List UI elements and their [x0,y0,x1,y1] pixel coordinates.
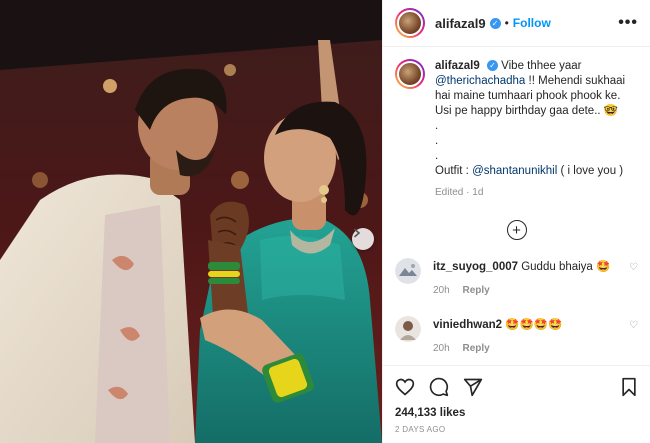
verified-badge-icon: ✓ [486,60,498,72]
post-header: alifazal9 ✓ • Follow ••• [383,0,650,47]
mention-link[interactable]: @shantanunikhil [472,165,557,177]
mention-link[interactable]: @therichachadha [435,75,525,87]
comment-body: itz_suyog_0007 Guddu bhaiya 🤩 20h Reply [433,260,610,298]
post-caption: alifazal9 ✓ Vibe thhee yaar @therichacha… [383,47,650,200]
comment-time[interactable]: 20h [433,285,450,296]
plus-circle-icon[interactable]: + [506,220,527,240]
action-bar [395,376,638,398]
edited-separator: · [466,187,470,198]
comment-text: Guddu bhaiya 🤩 [521,261,611,273]
more-options-icon[interactable]: ••• [618,14,638,32]
comment-like-heart-icon[interactable]: ♡ [629,320,638,356]
post-timestamp[interactable]: 2 DAYS AGO [395,425,638,434]
caption-avatar[interactable] [395,59,425,89]
comment-body: viniedhwan2 🤩🤩🤩🤩 20h Reply [433,318,563,356]
heart-icon[interactable] [395,377,415,397]
comment-text: 🤩🤩🤩🤩 [505,319,563,331]
caption-meta: Edited · 1d [435,185,638,200]
photo-illustration [0,0,382,443]
comment-username[interactable]: itz_suyog_0007 [433,261,518,273]
follow-button[interactable]: Follow [513,16,551,30]
likes-count[interactable]: 244,133 likes [395,407,638,419]
caption-text-1: Vibe thhee yaar [501,60,582,72]
load-more-comments: + [383,220,650,240]
comment-icon[interactable] [429,377,449,397]
caption-username[interactable]: alifazal9 [435,60,480,72]
edited-label: Edited [435,187,464,198]
comment-like-heart-icon[interactable]: ♡ [629,262,638,298]
commenter-avatar[interactable] [395,258,421,284]
caption-dot-1: . [435,120,439,132]
carousel-next-button[interactable] [352,228,374,250]
comment-meta: 20h Reply [433,341,563,356]
author-avatar[interactable] [395,8,425,38]
comment-username[interactable]: viniedhwan2 [433,319,502,331]
edited-time[interactable]: 1d [472,187,483,198]
caption-text-3: ( i love you ) [560,165,624,177]
comment-item: itz_suyog_0007 Guddu bhaiya 🤩 20h Reply … [383,258,650,298]
post-photo[interactable] [0,0,382,443]
verified-badge-icon: ✓ [489,17,501,29]
reply-button[interactable]: Reply [462,343,489,354]
caption-avatar-image [397,61,423,87]
outfit-label: Outfit : [435,165,469,177]
caption-dot-3: . [435,150,439,162]
comment-item: viniedhwan2 🤩🤩🤩🤩 20h Reply ♡ [383,316,650,356]
caption-dot-2: . [435,135,439,147]
commenter-avatar[interactable] [395,316,421,342]
chevron-right-icon [354,228,361,238]
author-username[interactable]: alifazal9 [435,16,486,31]
share-icon[interactable] [463,377,483,397]
caption-body: alifazal9 ✓ Vibe thhee yaar @therichacha… [435,59,638,200]
author-avatar-image [397,10,423,36]
post-side-panel: alifazal9 ✓ • Follow ••• alifazal9 ✓ Vib… [382,0,650,443]
reply-button[interactable]: Reply [462,285,489,296]
bookmark-icon[interactable] [620,377,638,397]
post-actions: 244,133 likes 2 DAYS AGO [383,365,650,443]
comment-meta: 20h Reply [433,283,610,298]
header-separator: • [504,16,509,30]
comments-section[interactable]: alifazal9 ✓ Vibe thhee yaar @therichacha… [383,47,650,365]
caption-outfit-line: Outfit : @shantanunikhil ( i love you ) [435,164,638,179]
comment-time[interactable]: 20h [433,343,450,354]
